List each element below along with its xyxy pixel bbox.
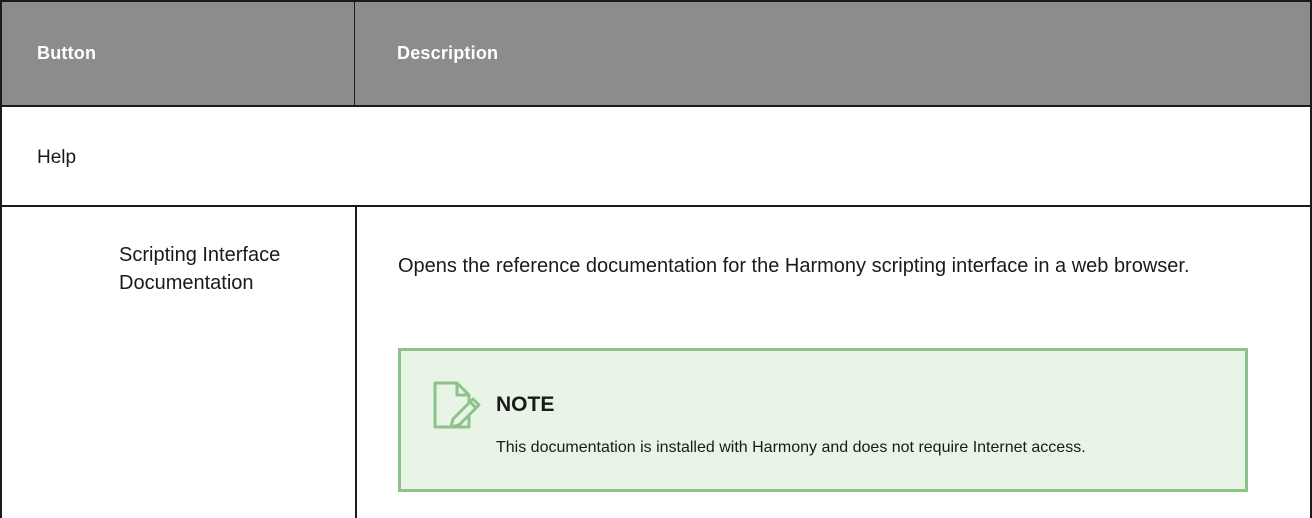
note-icon — [433, 381, 481, 429]
column-divider — [355, 207, 357, 518]
reference-table: Button Description Help Scripting Interf… — [0, 0, 1312, 518]
table-header: Button Description — [2, 0, 1310, 107]
header-cell-button: Button — [2, 2, 355, 105]
note-text: This documentation is installed with Har… — [496, 439, 1086, 456]
note-title: NOTE — [496, 393, 555, 416]
header-label-description: Description — [397, 43, 499, 63]
description-text: Opens the reference documentation for th… — [398, 255, 1190, 277]
button-name-cell: Scripting Interface Documentation — [119, 244, 281, 294]
section-label: Help — [37, 147, 77, 168]
section-row-help: Help — [2, 107, 1310, 207]
note-box: NOTE This documentation is installed wit… — [398, 348, 1248, 492]
header-label-button: Button — [37, 43, 97, 63]
